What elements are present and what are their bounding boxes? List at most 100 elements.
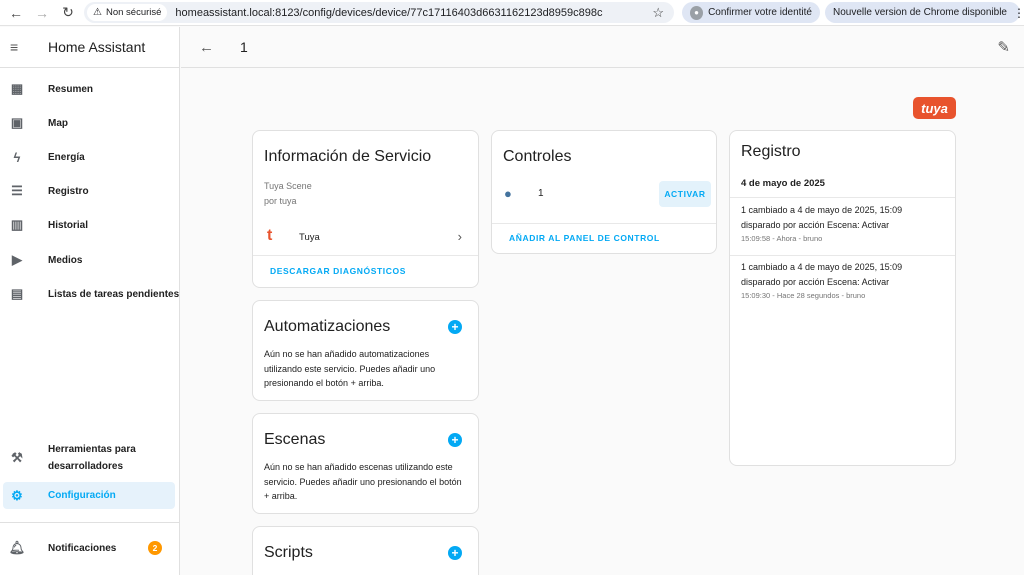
logbook-entry[interactable]: 1 cambiado a 4 de mayo de 2025, 15:09 di… <box>741 203 946 247</box>
service-info-card: Información de Servicio Tuya Scene por t… <box>252 130 479 288</box>
update-chrome-button[interactable]: Nouvelle version de Chrome disponible ⋮ <box>825 2 1024 23</box>
card-title: Escenas <box>264 431 326 448</box>
list-icon: ☰ <box>11 183 23 198</box>
back-icon[interactable]: ← <box>199 39 214 56</box>
reload-icon[interactable]: ↻ <box>58 3 78 23</box>
gear-icon: ⚙ <box>11 487 23 503</box>
download-diagnostics-button[interactable]: DESCARGAR DIAGNÓSTICOS <box>270 266 406 276</box>
sidebar-item-map[interactable]: ▣ Map <box>0 112 180 134</box>
media-icon: ▶ <box>12 252 22 267</box>
sidebar-item-medios[interactable]: ▶ Medios <box>0 249 180 271</box>
sidebar-item-historial[interactable]: ▥ Historial <box>0 214 180 236</box>
controls-card: Controles ● 1 ACTIVAR AÑADIR AL PANEL DE… <box>491 130 717 254</box>
integration-name: Tuya <box>299 232 320 243</box>
sidebar-item-listas-tareas[interactable]: ▤ Listas de tareas pendientes <box>0 283 180 305</box>
sidebar-item-energia[interactable]: ϟ Energía <box>0 146 180 168</box>
device-model: Tuya Scene <box>264 181 312 191</box>
activate-label: ACTIVAR <box>664 189 706 199</box>
entry-line2: disparado por acción Escena: Activar <box>741 219 890 230</box>
card-title: Automatizaciones <box>264 318 391 335</box>
sidebar-item-dev-tools[interactable]: ⚒ Herramientas para desarrolladores <box>0 441 180 475</box>
menu-kebab-icon[interactable]: ⋮ <box>1013 6 1024 20</box>
notifications-badge: 2 <box>148 541 162 555</box>
activate-button[interactable]: ACTIVAR <box>659 181 711 207</box>
dev-tools-line1: Herramientas para <box>48 444 136 455</box>
scene-entity-row: ● 1 ACTIVAR <box>492 181 716 209</box>
sidebar-item-label: Notificaciones <box>48 542 117 554</box>
dev-tools-line2: desarrolladores <box>48 461 124 472</box>
warning-icon: ⚠ <box>93 7 102 18</box>
sidebar-item-notificaciones[interactable]: 🔔︎ Notificaciones 2 <box>0 537 180 559</box>
automations-card: Automatizaciones + Aún no se han añadido… <box>252 300 479 401</box>
update-label: Nouvelle version de Chrome disponible <box>833 7 1007 18</box>
hammer-icon: ⚒ <box>11 450 23 465</box>
sidebar-item-label: Medios <box>48 254 83 266</box>
sidebar: ≡ Home Assistant ▦ Resumen ▣ Map ϟ Energ… <box>0 27 180 575</box>
entry-meta: 15:09:58 - Ahora - bruno <box>741 234 823 243</box>
add-scene-button[interactable]: + <box>448 433 462 447</box>
forward-arrow-icon[interactable]: → <box>32 3 52 23</box>
entry-line1: 1 cambiado a 4 de mayo de 2025, 15:09 <box>741 205 903 215</box>
chevron-right-icon: › <box>457 229 462 244</box>
scenes-card: Escenas + Aún no se han añadido escenas … <box>252 413 479 514</box>
integration-row[interactable]: t Tuya › <box>253 221 478 253</box>
page-title: 1 <box>240 39 248 55</box>
card-title: Scripts <box>264 544 313 561</box>
automations-empty-text: Aún no se han añadido automatizaciones u… <box>264 349 436 388</box>
chart-icon: ▥ <box>10 217 24 232</box>
url-text[interactable]: homeassistant.local:8123/config/devices/… <box>175 7 602 19</box>
entity-name[interactable]: 1 <box>538 188 544 199</box>
scripts-card: Scripts + <box>252 526 479 575</box>
edit-pencil-icon[interactable]: ✎ <box>997 38 1010 56</box>
divider <box>492 223 716 224</box>
divider <box>730 197 955 198</box>
card-title: Controles <box>503 148 572 165</box>
scenes-empty-text: Aún no se han añadido escenas utilizando… <box>264 462 462 501</box>
logbook-date: 4 de mayo de 2025 <box>741 178 825 189</box>
lightning-icon: ϟ <box>13 149 21 165</box>
page-header: ← 1 ✎ <box>181 27 1024 68</box>
entry-line1: 1 cambiado a 4 de mayo de 2025, 15:09 <box>741 262 903 272</box>
logbook-entry[interactable]: 1 cambiado a 4 de mayo de 2025, 15:09 di… <box>741 260 946 304</box>
card-title: Información de Servicio <box>264 148 432 165</box>
sidebar-item-label: Listas de tareas pendientes <box>48 288 180 300</box>
device-manufacturer: por tuya <box>264 196 297 206</box>
bell-icon: 🔔︎ <box>8 540 26 555</box>
divider <box>730 255 955 256</box>
back-arrow-icon[interactable]: ← <box>6 3 26 23</box>
sidebar-item-registro[interactable]: ☰ Registro <box>0 180 180 202</box>
security-chip[interactable]: ⚠ Non sécurisé <box>87 4 168 21</box>
add-automation-button[interactable]: + <box>448 320 462 334</box>
card-title: Registro <box>741 143 801 160</box>
sidebar-item-label: Energía <box>48 151 85 163</box>
dashboard-icon: ▦ <box>10 81 24 96</box>
identity-label: Confirmer votre identité <box>708 7 812 18</box>
sidebar-divider <box>0 522 180 523</box>
sidebar-item-label: Historial <box>48 219 89 231</box>
sidebar-item-label: Resumen <box>48 83 94 95</box>
sidebar-item-resumen[interactable]: ▦ Resumen <box>0 78 180 100</box>
map-icon: ▣ <box>10 115 24 130</box>
add-script-button[interactable]: + <box>448 546 462 560</box>
sidebar-header: ≡ Home Assistant <box>0 27 179 68</box>
entry-meta: 15:09:30 - Hace 28 segundos - bruno <box>741 291 866 300</box>
sidebar-item-label: Map <box>48 117 68 129</box>
identity-button[interactable]: ● Confirmer votre identité <box>682 2 820 23</box>
add-to-dashboard-button[interactable]: AÑADIR AL PANEL DE CONTROL <box>509 233 660 243</box>
tuya-integration-icon: t <box>267 227 273 244</box>
logbook-card: Registro 4 de mayo de 2025 1 cambiado a … <box>729 130 956 466</box>
profile-icon: ● <box>690 5 704 20</box>
browser-toolbar: ← → ↻ ⚠ Non sécurisé homeassistant.local… <box>0 0 1024 26</box>
entry-line2: disparado por acción Escena: Activar <box>741 276 890 287</box>
app-title: Home Assistant <box>48 39 146 55</box>
sidebar-item-label: Configuración <box>48 490 116 501</box>
sidebar-item-label: Herramientas para desarrolladores <box>48 441 136 475</box>
sidebar-item-configuracion[interactable]: ⚙ Configuración <box>3 482 175 509</box>
divider <box>253 255 478 256</box>
bookmark-star-icon[interactable]: ☆ <box>652 5 664 21</box>
sidebar-item-label: Registro <box>48 185 89 197</box>
menu-collapse-icon[interactable]: ≡ <box>10 39 28 55</box>
security-label: Non sécurisé <box>105 7 162 18</box>
palette-icon: ● <box>504 186 512 201</box>
address-bar[interactable]: ⚠ Non sécurisé homeassistant.local:8123/… <box>84 2 674 23</box>
